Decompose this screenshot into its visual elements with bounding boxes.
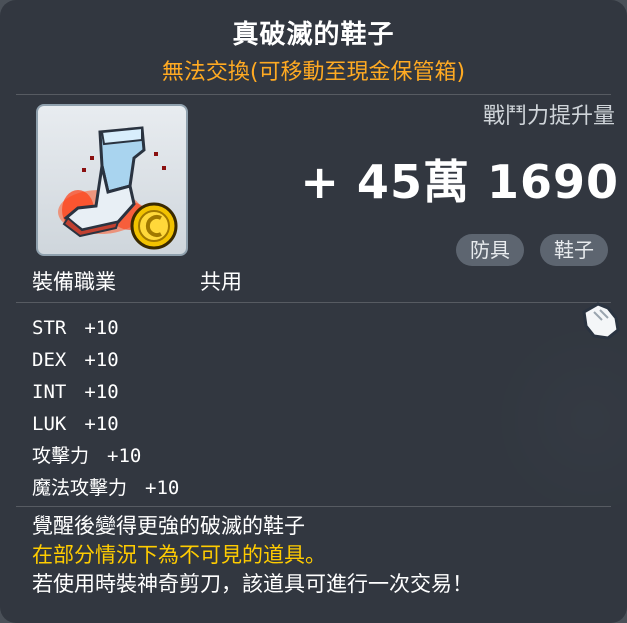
stat-value: +10 xyxy=(107,445,142,467)
item-name: 真破滅的鞋子 xyxy=(232,20,395,50)
trade-restriction-note: 無法交換(可移動至現金保管箱) xyxy=(161,60,466,85)
tag-subcategory: 鞋子 xyxy=(540,234,608,266)
stat-name: 攻擊力 xyxy=(32,445,90,467)
stat-value: +10 xyxy=(145,477,180,499)
equip-job-label: 裝備職業 xyxy=(32,270,116,294)
header-divider xyxy=(16,94,611,95)
item-description: 覺醒後變得更強的破滅的鞋子 在部分情況下為不可見的道具。 若使用時裝神奇剪刀，該… xyxy=(32,512,473,599)
stat-value: +10 xyxy=(84,381,119,403)
equip-job-value: 共用 xyxy=(200,270,242,294)
tag-category: 防具 xyxy=(456,234,524,266)
item-tooltip: 真破滅的鞋子 無法交換(可移動至現金保管箱) 戰鬥力提升量 + 45萬 1690 xyxy=(0,0,627,623)
stats-divider xyxy=(16,302,611,303)
stat-row-str: STR +10 xyxy=(32,312,179,344)
stat-value: +10 xyxy=(84,349,119,371)
stat-value: +10 xyxy=(84,317,119,339)
description-line: 覺醒後變得更強的破滅的鞋子 xyxy=(32,514,305,538)
description-warning-line: 在部分情況下為不可見的道具。 xyxy=(32,543,326,567)
combat-power-value: + 45萬 1690 xyxy=(300,155,619,209)
description-divider xyxy=(16,506,611,507)
stat-row-int: INT +10 xyxy=(32,376,179,408)
stat-name: INT xyxy=(32,381,67,403)
boots-item-icon xyxy=(58,126,178,250)
combat-power-label: 戰鬥力提升量 xyxy=(482,104,615,129)
stat-row-magic-attack: 魔法攻擊力 +10 xyxy=(32,472,179,504)
glove-cursor-icon xyxy=(582,302,620,340)
stat-row-dex: DEX +10 xyxy=(32,344,179,376)
stat-name: 魔法攻擊力 xyxy=(32,477,128,499)
stat-value: +10 xyxy=(84,413,119,435)
stat-row-luk: LUK +10 xyxy=(32,408,179,440)
stat-name: LUK xyxy=(32,413,67,435)
item-icon-frame xyxy=(36,104,188,256)
description-line: 若使用時裝神奇剪刀，該道具可進行一次交易！ xyxy=(32,572,473,596)
stat-name: STR xyxy=(32,317,67,339)
stat-list: STR +10 DEX +10 INT +10 LUK +10 攻擊力 +10 魔法攻擊力… xyxy=(32,312,179,504)
stat-row-attack: 攻擊力 +10 xyxy=(32,440,179,472)
stat-name: DEX xyxy=(32,349,67,371)
